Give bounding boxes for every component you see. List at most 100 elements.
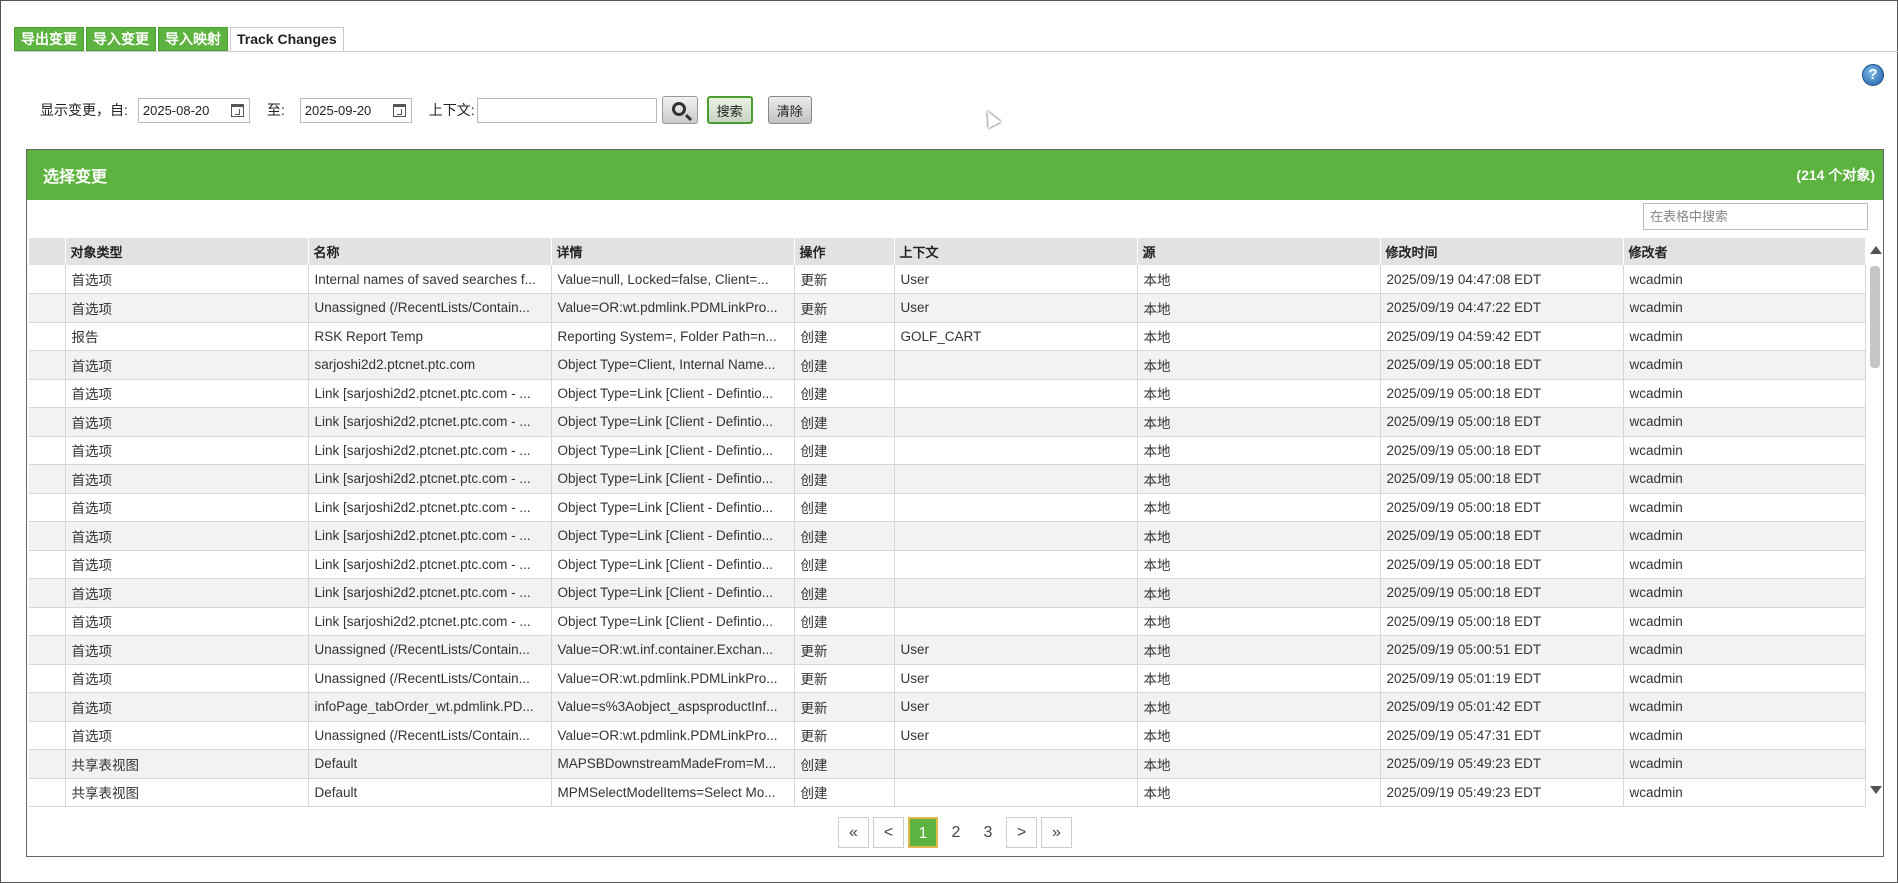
- calendar-icon[interactable]: [230, 103, 244, 117]
- row-select-cell[interactable]: [29, 635, 66, 665]
- source-cell: 本地: [1137, 692, 1381, 722]
- source-header[interactable]: 源: [1137, 238, 1381, 265]
- row-select-cell[interactable]: [29, 436, 66, 465]
- search-icon: [671, 102, 686, 116]
- row-select-cell[interactable]: [29, 322, 66, 351]
- row-select-cell[interactable]: [29, 379, 66, 408]
- table-search-input[interactable]: [1643, 203, 1868, 230]
- row-select-cell[interactable]: [29, 350, 66, 380]
- scroll-down-icon[interactable]: [1870, 786, 1882, 794]
- tab-import-mapping[interactable]: 导入映射: [158, 27, 228, 51]
- operation-cell: 创建: [794, 607, 895, 636]
- modified-by-header[interactable]: 修改者: [1623, 238, 1866, 265]
- context-header[interactable]: 上下文: [894, 238, 1138, 265]
- table-row[interactable]: 首选项 infoPage_tabOrder_wt.pdmlink.PD... Val…: [29, 692, 1866, 722]
- row-select-cell[interactable]: [29, 265, 66, 294]
- table-row[interactable]: 首选项 Link [sarjoshi2d2.ptcnet.ptc.com - ..…: [29, 464, 1866, 494]
- modified-by-cell: wcadmin: [1623, 721, 1866, 750]
- row-select-cell[interactable]: [29, 293, 66, 323]
- object-type-cell: 首选项: [65, 578, 309, 608]
- table-row[interactable]: 首选项 Link [sarjoshi2d2.ptcnet.ptc.com - ..…: [29, 493, 1866, 522]
- table-row[interactable]: 共享表视图 Default MAPSBDownstreamMadeFrom=M...…: [29, 749, 1866, 779]
- row-select-cell[interactable]: [29, 721, 66, 750]
- calendar-icon[interactable]: [392, 103, 406, 117]
- clear-button[interactable]: 清除: [767, 96, 812, 124]
- table-row[interactable]: 首选项 Unassigned (/RecentLists/Contain... Va…: [29, 664, 1866, 693]
- tab-import-changes[interactable]: 导入变更: [86, 27, 156, 51]
- page-button-2[interactable]: 2: [942, 817, 970, 848]
- table-row[interactable]: 首选项 Unassigned (/RecentLists/Contain... Va…: [29, 721, 1866, 750]
- modified-by-cell: wcadmin: [1623, 778, 1866, 807]
- name-header[interactable]: 名称: [308, 238, 552, 265]
- source-cell: 本地: [1137, 407, 1381, 437]
- row-select-cell[interactable]: [29, 464, 66, 494]
- prev-page-button[interactable]: <: [873, 817, 904, 848]
- tab-track-changes[interactable]: Track Changes: [230, 27, 344, 52]
- details-cell: Object Type=Link [Client - Defintio...: [551, 550, 795, 579]
- object-type-header[interactable]: 对象类型: [65, 238, 309, 265]
- row-select-cell[interactable]: [29, 692, 66, 722]
- operation-header[interactable]: 操作: [794, 238, 895, 265]
- modified-time-header[interactable]: 修改时间: [1380, 238, 1624, 265]
- row-select-cell[interactable]: [29, 664, 66, 693]
- source-cell: 本地: [1137, 664, 1381, 693]
- table-row[interactable]: 首选项 Link [sarjoshi2d2.ptcnet.ptc.com - ..…: [29, 436, 1866, 465]
- first-page-button[interactable]: «: [838, 817, 869, 848]
- table-row[interactable]: 首选项 Link [sarjoshi2d2.ptcnet.ptc.com - ..…: [29, 578, 1866, 608]
- name-cell: Default: [308, 778, 552, 807]
- tab-divider: [14, 51, 1898, 52]
- next-page-button[interactable]: >: [1006, 817, 1037, 848]
- table-scrollbar[interactable]: [1867, 238, 1883, 798]
- page-button-3[interactable]: 3: [974, 817, 1002, 848]
- table-row[interactable]: 共享表视图 Default MPMSelectModelItems=Select M…: [29, 778, 1866, 807]
- operation-cell: 更新: [794, 692, 895, 722]
- page-button-1[interactable]: 1: [908, 817, 938, 848]
- row-select-cell[interactable]: [29, 607, 66, 636]
- row-select-cell[interactable]: [29, 521, 66, 551]
- row-select-cell[interactable]: [29, 407, 66, 437]
- modified-by-cell: wcadmin: [1623, 293, 1866, 323]
- object-type-cell: 首选项: [65, 550, 309, 579]
- operation-cell: 创建: [794, 436, 895, 465]
- table-row[interactable]: 首选项 sarjoshi2d2.ptcnet.ptc.com Object Type…: [29, 350, 1866, 380]
- name-cell: Link [sarjoshi2d2.ptcnet.ptc.com - ...: [308, 407, 552, 437]
- table-row[interactable]: 首选项 Unassigned (/RecentLists/Contain... Va…: [29, 293, 1866, 323]
- table-row[interactable]: 首选项 Unassigned (/RecentLists/Contain... Va…: [29, 635, 1866, 665]
- last-page-button[interactable]: »: [1041, 817, 1072, 848]
- tab-export-changes[interactable]: 导出变更: [14, 27, 84, 51]
- table-row[interactable]: 首选项 Link [sarjoshi2d2.ptcnet.ptc.com - ..…: [29, 607, 1866, 636]
- context-cell: [894, 350, 1138, 380]
- name-cell: infoPage_tabOrder_wt.pdmlink.PD...: [308, 692, 552, 722]
- table-row[interactable]: 首选项 Link [sarjoshi2d2.ptcnet.ptc.com - ..…: [29, 379, 1866, 408]
- object-type-cell: 首选项: [65, 407, 309, 437]
- scroll-up-icon[interactable]: [1870, 246, 1882, 254]
- row-select-cell[interactable]: [29, 749, 66, 779]
- modified-by-cell: wcadmin: [1623, 350, 1866, 380]
- context-label: 上下文:: [428, 102, 475, 118]
- context-input[interactable]: [476, 97, 657, 123]
- table-row[interactable]: 首选项 Link [sarjoshi2d2.ptcnet.ptc.com - ..…: [29, 407, 1866, 437]
- scrollbar-thumb[interactable]: [1870, 266, 1880, 368]
- details-header[interactable]: 详情: [551, 238, 795, 265]
- context-cell: User: [894, 265, 1138, 294]
- changes-table: 对象类型 名称 详情 操作 上下文源修改时间 修改者 首选项 Internal names …: [29, 238, 1866, 807]
- from-date-field[interactable]: 2025-08-20: [137, 97, 250, 123]
- row-select-cell[interactable]: [29, 550, 66, 579]
- to-date-field[interactable]: 2025-09-20: [299, 97, 412, 123]
- row-select-cell[interactable]: [29, 778, 66, 807]
- table-row[interactable]: 首选项 Link [sarjoshi2d2.ptcnet.ptc.com - ..…: [29, 521, 1866, 551]
- table-row[interactable]: 报告 RSK Report Temp Reporting System=, Fold…: [29, 322, 1866, 351]
- search-button[interactable]: 搜索: [706, 96, 753, 124]
- operation-cell: 更新: [794, 265, 895, 294]
- filter-bar: 显示变更，自: 2025-08-20 至: 2025-09-20 上下文: 搜索…: [40, 96, 812, 124]
- row-select-cell[interactable]: [29, 493, 66, 522]
- row-select-cell[interactable]: [29, 578, 66, 608]
- context-cell: [894, 521, 1138, 551]
- table-row[interactable]: 首选项 Link [sarjoshi2d2.ptcnet.ptc.com - ..…: [29, 550, 1866, 579]
- table-row[interactable]: 首选项 Internal names of saved searches f...…: [29, 265, 1866, 294]
- modified-time-cell: 2025/09/19 05:00:18 EDT: [1380, 379, 1624, 408]
- object-type-cell: 共享表视图: [65, 749, 309, 779]
- context-search-button[interactable]: [661, 96, 698, 124]
- help-icon[interactable]: ?: [1862, 64, 1884, 86]
- source-cell: 本地: [1137, 464, 1381, 494]
